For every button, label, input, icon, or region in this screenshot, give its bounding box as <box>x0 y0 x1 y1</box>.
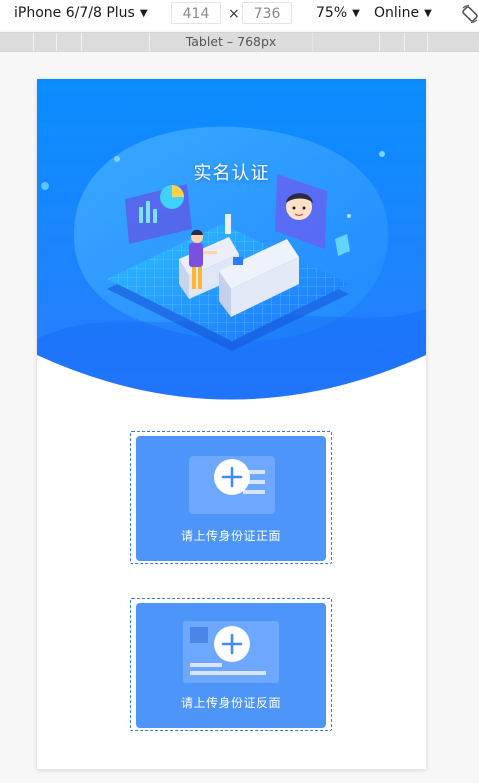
devtools-device-toolbar: iPhone 6/7/8 Plus ▼ 414 × 736 75% ▼ Onli… <box>0 0 479 30</box>
upload-id-back-button[interactable]: 请上传身份证反面 <box>130 598 332 731</box>
throttle-select[interactable]: Online ▼ <box>374 5 432 21</box>
device-select[interactable]: iPhone 6/7/8 Plus ▼ <box>14 5 148 21</box>
device-label: iPhone 6/7/8 Plus <box>14 5 135 21</box>
height-input[interactable]: 736 <box>242 2 292 24</box>
media-query-label[interactable]: Tablet – 768px <box>150 33 312 51</box>
media-query-segment[interactable] <box>34 33 57 51</box>
media-query-segment[interactable] <box>82 33 150 51</box>
upload-front-label: 请上传身份证正面 <box>180 529 281 543</box>
zoom-label: 75% <box>316 5 348 21</box>
upload-card: 请上传身份证正面 <box>136 436 326 561</box>
media-query-segment[interactable] <box>380 33 405 51</box>
chevron-down-icon: ▼ <box>424 7 432 19</box>
dimension-separator: × <box>228 6 240 22</box>
media-query-segment[interactable] <box>57 33 82 51</box>
media-query-segment[interactable] <box>428 33 479 51</box>
zoom-select[interactable]: 75% ▼ <box>316 5 360 21</box>
rotate-icon[interactable] <box>460 4 479 24</box>
media-query-bar: Tablet – 768px <box>0 32 479 52</box>
upload-id-front-button[interactable]: 请上传身份证正面 <box>130 431 332 564</box>
chevron-down-icon: ▼ <box>139 7 148 19</box>
chevron-down-icon: ▼ <box>352 7 360 19</box>
device-viewport: 实名认证 请上传身份证正面 请上传身份证反面 <box>37 79 426 769</box>
hero-illustration <box>37 79 426 400</box>
throttle-label: Online <box>374 5 420 21</box>
upload-card: 请上传身份证反面 <box>136 603 326 728</box>
width-input[interactable]: 414 <box>171 2 221 24</box>
page-title: 实名认证 <box>193 163 270 184</box>
media-query-segment[interactable] <box>405 33 428 51</box>
upload-back-label: 请上传身份证反面 <box>180 696 281 710</box>
media-query-segment[interactable] <box>0 33 34 51</box>
media-query-segment[interactable] <box>313 33 380 51</box>
